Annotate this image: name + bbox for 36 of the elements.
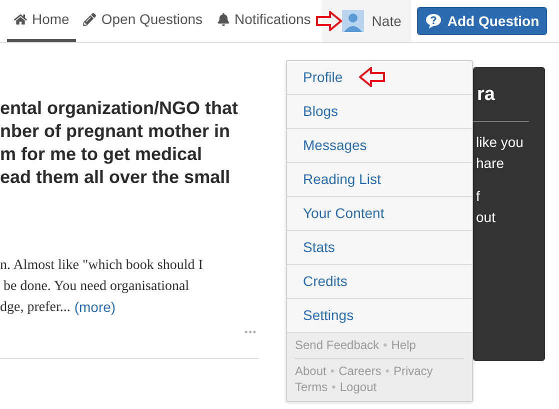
nav-tab[interactable]: Notifications <box>210 0 318 42</box>
menu-item[interactable]: Profile <box>287 61 472 95</box>
menu-item[interactable]: Blogs <box>287 95 472 129</box>
add-question-button[interactable]: Add Question <box>417 7 548 35</box>
separator-dot: • <box>383 337 388 353</box>
answer-text-line: dge, prefer... <box>0 299 70 317</box>
user-menu-button[interactable]: Nate <box>322 0 412 42</box>
menu-item[interactable]: Credits <box>287 265 472 299</box>
menu-item[interactable]: Messages <box>287 129 472 163</box>
menu-item[interactable]: Stats <box>287 231 472 265</box>
more-link[interactable]: (more) <box>74 297 116 318</box>
avatar-icon <box>342 10 364 32</box>
nav-tab[interactable]: Home <box>7 0 76 42</box>
pencil-icon <box>83 13 96 26</box>
question-title-line: ead them all over the small <box>0 166 232 189</box>
menu-item[interactable]: Your Content <box>287 197 472 231</box>
question-title-line: m for me to get medical <box>0 143 204 166</box>
question-title-line: ental organization/NGO that <box>0 97 240 120</box>
menu-item[interactable]: Reading List <box>287 163 472 197</box>
separator-dot: • <box>332 379 336 395</box>
question-bubble-icon <box>425 13 442 29</box>
arrow-drawing <box>359 67 385 87</box>
answer-text-line: be done. You need organisational <box>2 278 190 296</box>
panel-text-line: like you <box>476 133 524 152</box>
answer-text-line: n. Almost like "which book should I <box>0 257 204 275</box>
separator-dot: • <box>385 363 390 379</box>
home-icon <box>14 13 27 26</box>
panel-text-line: hare <box>476 154 506 173</box>
question-title-line: nber of pregnant mother in <box>0 120 232 143</box>
panel-text-line: out <box>476 208 496 227</box>
nav-tab[interactable]: Open Questions <box>76 0 210 42</box>
arrow-drawing <box>316 11 342 31</box>
bell-icon <box>216 13 230 26</box>
panel-text-line: f <box>476 187 481 206</box>
panel-heading: ra <box>476 83 496 107</box>
separator-dot: • <box>330 363 335 379</box>
